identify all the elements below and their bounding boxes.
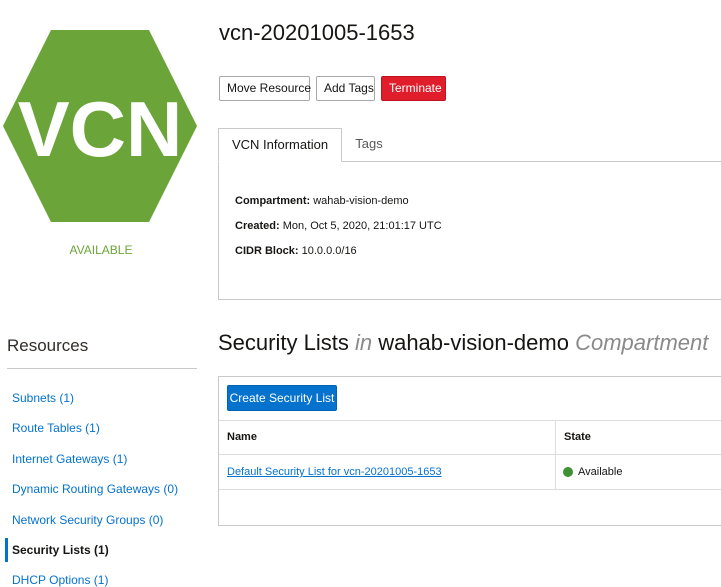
move-resource-button[interactable]: Move Resource: [219, 76, 311, 101]
table-header-bottom-border: [219, 454, 721, 455]
sidebar-item-security-lists[interactable]: Security Lists (1): [12, 543, 109, 557]
sidebar-item-subnets[interactable]: Subnets (1): [12, 391, 74, 405]
section-title-in: in: [354, 330, 373, 355]
available-status-icon: [563, 467, 573, 477]
column-header-name[interactable]: Name: [227, 431, 257, 443]
cidr-label: CIDR Block:: [235, 245, 299, 257]
active-item-indicator: [5, 538, 8, 562]
compartment-value: wahab-vision-demo: [313, 195, 409, 207]
table-header-top-border: [219, 420, 721, 421]
sidebar-item-dynamic-routing-gateways[interactable]: Dynamic Routing Gateways (0): [12, 482, 178, 496]
table-row-bottom-border: [219, 489, 721, 490]
tab-vcn-information[interactable]: VCN Information: [218, 128, 342, 162]
info-cidr: CIDR Block: 10.0.0.0/16: [235, 245, 357, 257]
compartment-label: Compartment:: [235, 195, 311, 207]
vcn-status-label: AVAILABLE: [69, 243, 133, 257]
security-list-link[interactable]: Default Security List for vcn-20201005-1…: [227, 466, 442, 478]
sidebar-item-dhcp-options[interactable]: DHCP Options (1): [12, 573, 108, 587]
section-title-main: Security Lists: [218, 330, 349, 355]
resources-divider: [7, 368, 197, 369]
section-title-suffix: Compartment: [575, 330, 709, 355]
sidebar-item-network-security-groups[interactable]: Network Security Groups (0): [12, 513, 163, 527]
sidebar-item-route-tables[interactable]: Route Tables (1): [12, 421, 100, 435]
section-title: Security Lists in wahab-vision-demo Comp…: [218, 330, 708, 356]
info-created: Created: Mon, Oct 5, 2020, 21:01:17 UTC: [235, 220, 442, 232]
vcn-icon-text: VCN: [18, 85, 183, 173]
page-title: vcn-20201005-1653: [219, 20, 415, 45]
tab-tags[interactable]: Tags: [342, 128, 396, 162]
vcn-hexagon-icon: VCN: [3, 30, 197, 222]
created-label: Created:: [235, 220, 280, 232]
sidebar-item-internet-gateways[interactable]: Internet Gateways (1): [12, 452, 127, 466]
info-compartment: Compartment: wahab-vision-demo: [235, 195, 409, 207]
terminate-button[interactable]: Terminate: [381, 76, 446, 101]
section-title-compartment: wahab-vision-demo: [378, 330, 569, 355]
column-header-state[interactable]: State: [564, 431, 591, 443]
column-separator: [555, 420, 556, 490]
state-value: Available: [578, 466, 623, 478]
created-value: Mon, Oct 5, 2020, 21:01:17 UTC: [282, 220, 442, 232]
create-security-list-button[interactable]: Create Security List: [227, 385, 337, 411]
add-tags-button[interactable]: Add Tags: [316, 76, 375, 101]
cidr-value: 10.0.0.0/16: [301, 245, 357, 257]
resources-title: Resources: [7, 336, 89, 355]
